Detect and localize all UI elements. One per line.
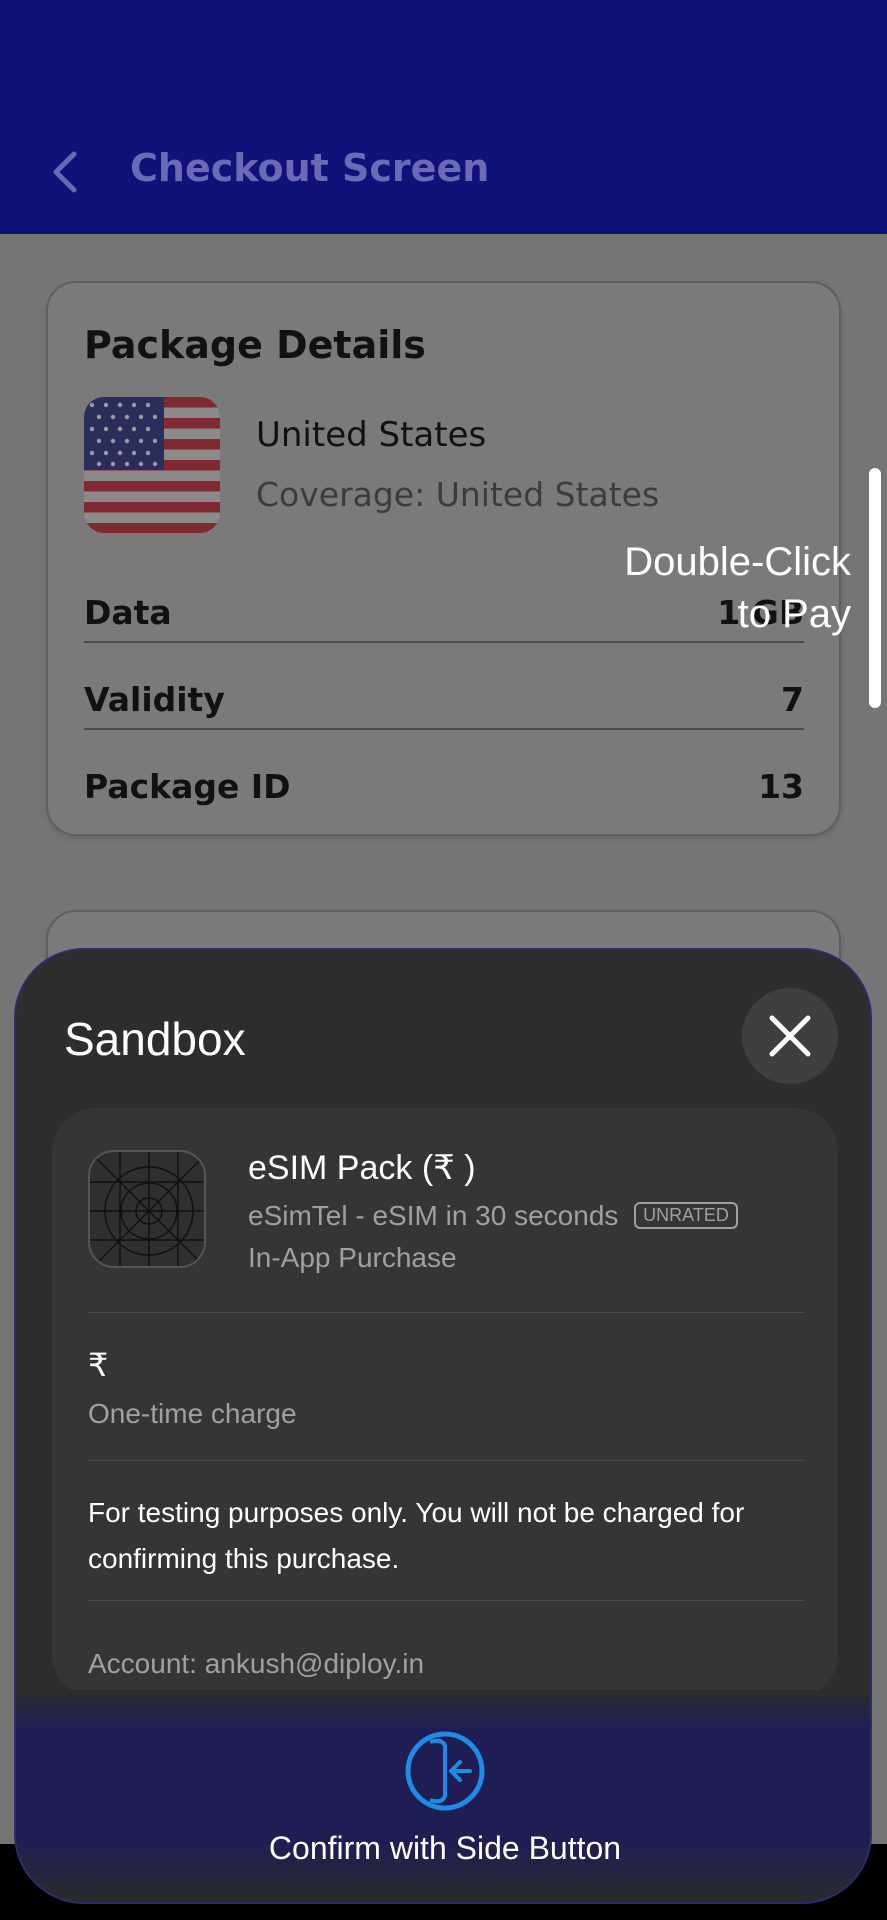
detail-label: Data xyxy=(84,593,172,632)
developer-name: eSimTel - eSIM in 30 seconds xyxy=(248,1200,619,1231)
confirm-label: Confirm with Side Button xyxy=(268,1830,622,1866)
detail-row-validity: Validity 7 xyxy=(84,670,804,730)
divider xyxy=(88,1312,804,1313)
product-name: eSIM Pack (₹ ) xyxy=(248,1149,476,1187)
purchase-details: eSIM Pack (₹ ) eSimTel - eSIM in 30 seco… xyxy=(52,1108,838,1698)
us-flag-icon xyxy=(84,397,220,533)
sheet-title: Sandbox xyxy=(64,1013,246,1065)
detail-row-package-id: Package ID 13 xyxy=(84,757,804,817)
close-icon xyxy=(769,1015,811,1057)
confirm-area: Confirm with Side Button xyxy=(16,1690,870,1902)
chevron-left-icon[interactable] xyxy=(48,150,82,194)
page-title: Checkout Screen xyxy=(130,146,490,190)
app-header: Checkout Screen xyxy=(0,0,887,234)
hint-line-2: to Pay xyxy=(737,592,851,636)
side-button-icon[interactable] xyxy=(404,1730,486,1812)
detail-value: 7 xyxy=(781,680,804,719)
charge-type: One-time charge xyxy=(88,1398,297,1429)
coverage-text: Coverage: United States xyxy=(256,475,660,514)
divider xyxy=(88,1460,804,1461)
country-name: United States xyxy=(256,415,487,455)
divider xyxy=(88,1600,804,1601)
hint-line-1: Double-Click xyxy=(624,540,851,584)
sandbox-note: For testing purposes only. You will not … xyxy=(88,1497,745,1574)
app-placeholder-icon xyxy=(88,1150,206,1268)
detail-value: 13 xyxy=(758,767,804,806)
purchase-type: In-App Purchase xyxy=(248,1242,457,1273)
developer-line: eSimTel - eSIM in 30 seconds UNRATED xyxy=(248,1200,738,1232)
card-title: Package Details xyxy=(84,323,426,367)
price: ₹ xyxy=(88,1347,109,1383)
sandbox-payment-sheet: Sandbox eSIM Pack (₹ ) eSimTel - eSIM in… xyxy=(14,948,872,1904)
detail-label: Package ID xyxy=(84,767,291,806)
side-button-indicator xyxy=(869,468,881,708)
close-button[interactable] xyxy=(742,988,838,1084)
account-text: Account: ankush@diploy.in xyxy=(88,1648,425,1679)
detail-label: Validity xyxy=(84,680,225,719)
double-click-hint: Double-Click to Pay xyxy=(624,536,851,640)
rating-badge: UNRATED xyxy=(634,1202,738,1229)
